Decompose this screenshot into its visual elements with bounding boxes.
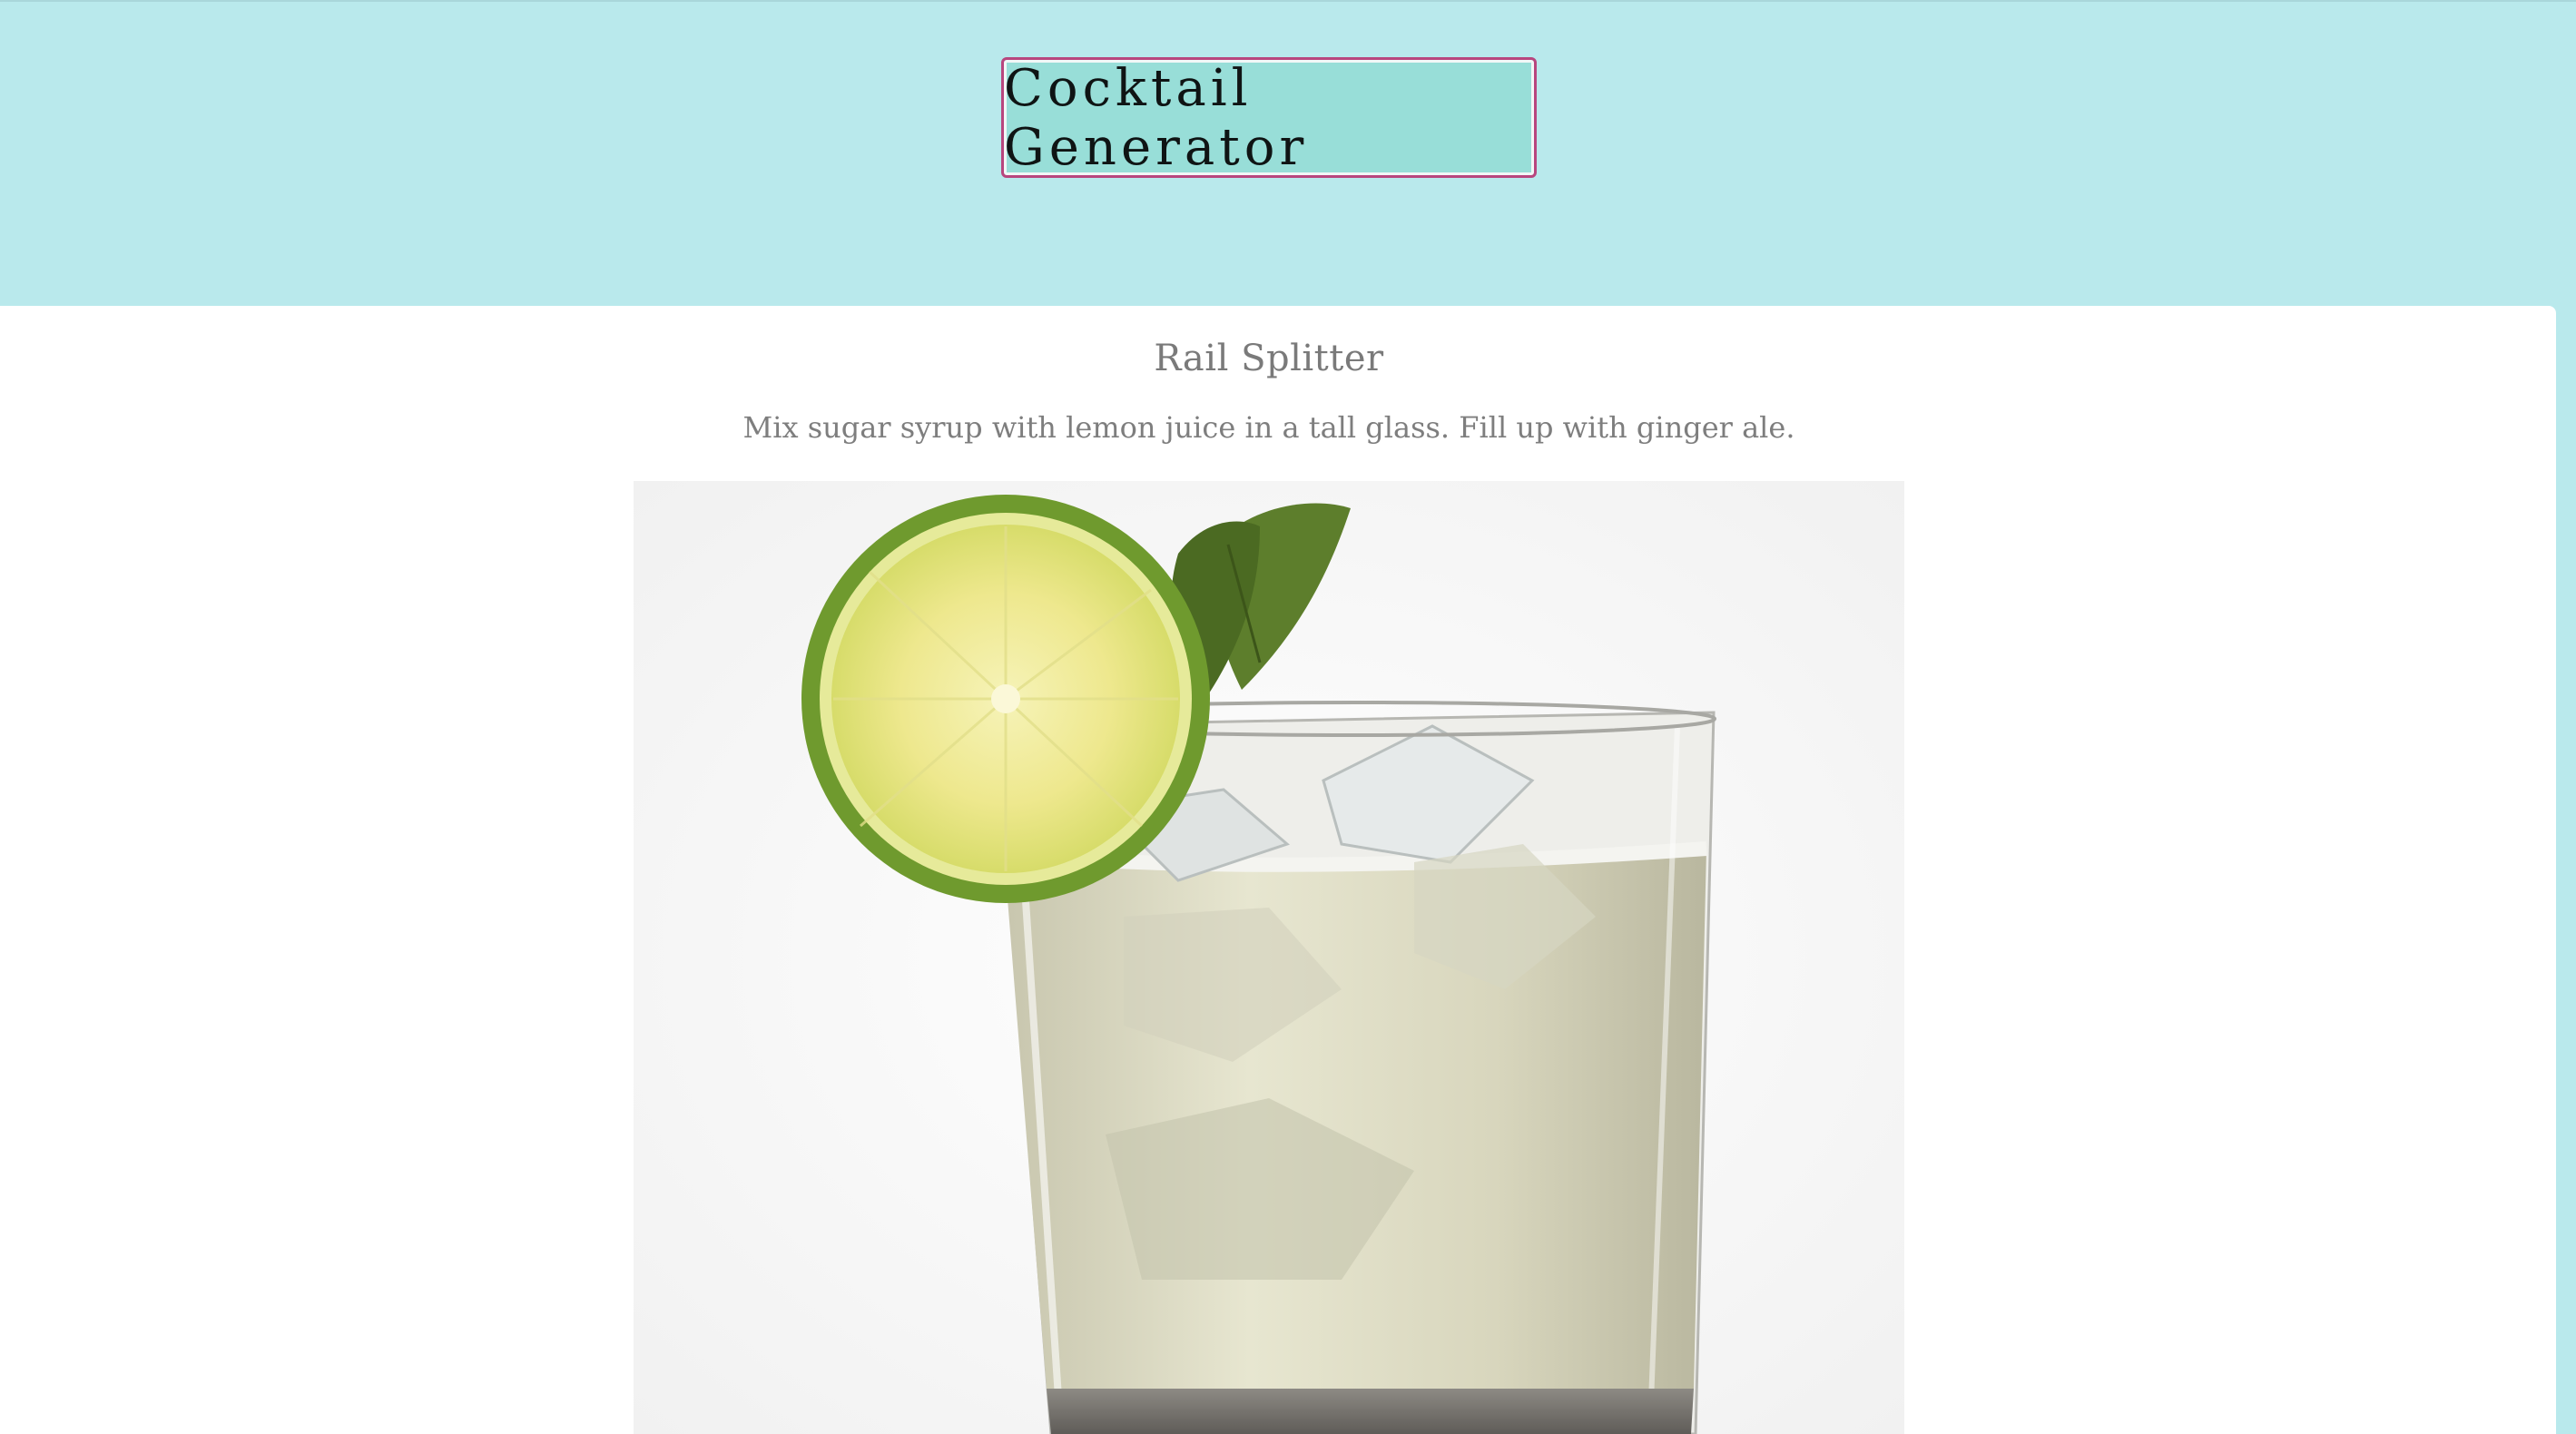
- page-header: Cocktail Generator: [0, 0, 2576, 307]
- cocktail-generator-button[interactable]: Cocktail Generator: [1001, 57, 1537, 178]
- drink-name: Rail Splitter: [1154, 338, 1384, 379]
- drink-instructions: Mix sugar syrup with lemon juice in a ta…: [742, 410, 1795, 445]
- cocktail-image: [634, 481, 1904, 1434]
